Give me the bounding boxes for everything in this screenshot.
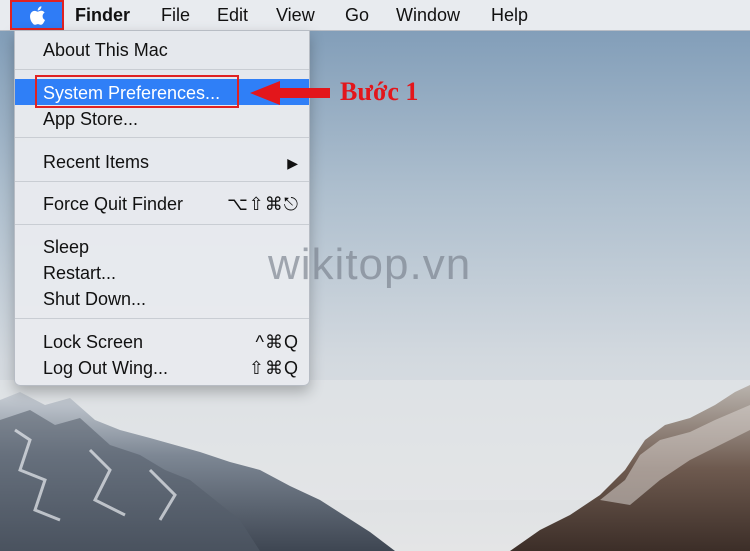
menu-help[interactable]: Help: [491, 4, 528, 26]
menu-item-label: Sleep: [43, 237, 90, 257]
apple-logo-icon: [30, 5, 45, 25]
menu-separator: [15, 318, 309, 319]
menu-item-about-this-mac[interactable]: About This Mac: [15, 36, 309, 62]
apple-menu-button[interactable]: [10, 0, 64, 30]
menu-go[interactable]: Go: [345, 4, 369, 26]
menu-item-label: Force Quit Finder: [43, 194, 184, 214]
menu-item-log-out[interactable]: Log Out Wing... ⇧⌘Q: [15, 354, 309, 380]
menu-separator: [15, 181, 309, 182]
menu-window[interactable]: Window: [396, 4, 460, 26]
menu-item-label: Restart...: [43, 263, 117, 283]
menu-bar: Finder File Edit View Go Window Help: [0, 0, 750, 31]
menu-separator: [15, 69, 309, 70]
annotation-arrow-icon: [250, 81, 330, 105]
menu-item-shut-down[interactable]: Shut Down...: [15, 285, 309, 311]
menu-item-sleep[interactable]: Sleep: [15, 233, 309, 259]
watermark: wikitop.vn: [268, 240, 472, 289]
menu-item-label: About This Mac: [43, 40, 168, 60]
menu-item-lock-screen[interactable]: Lock Screen ^⌘Q: [15, 328, 309, 354]
menu-separator: [15, 224, 309, 225]
menu-item-force-quit[interactable]: Force Quit Finder ⌥⇧⌘⎋: [15, 190, 309, 216]
menu-item-recent-items[interactable]: Recent Items ▶: [15, 148, 309, 174]
shortcut-label: ⌥⇧⌘⎋: [226, 194, 299, 214]
annotation-highlight-box: [35, 75, 239, 108]
shortcut-label: ⇧⌘Q: [248, 358, 299, 378]
menu-item-label: App Store...: [43, 109, 139, 129]
menu-edit[interactable]: Edit: [217, 4, 248, 26]
menu-file[interactable]: File: [161, 4, 190, 26]
step-label: Bước 1: [340, 77, 419, 106]
menu-item-label: Log Out Wing...: [43, 358, 169, 378]
menu-finder[interactable]: Finder: [75, 4, 130, 26]
menu-item-label: Lock Screen: [43, 332, 144, 352]
menu-item-label: Recent Items: [43, 152, 150, 172]
menu-item-restart[interactable]: Restart...: [15, 259, 309, 285]
menu-view[interactable]: View: [276, 4, 315, 26]
menu-item-app-store[interactable]: App Store...: [15, 105, 309, 131]
menu-item-label: Shut Down...: [43, 289, 147, 309]
menu-separator: [15, 137, 309, 138]
shortcut-label: ^⌘Q: [255, 332, 299, 352]
submenu-arrow-icon: ▶: [287, 155, 299, 171]
